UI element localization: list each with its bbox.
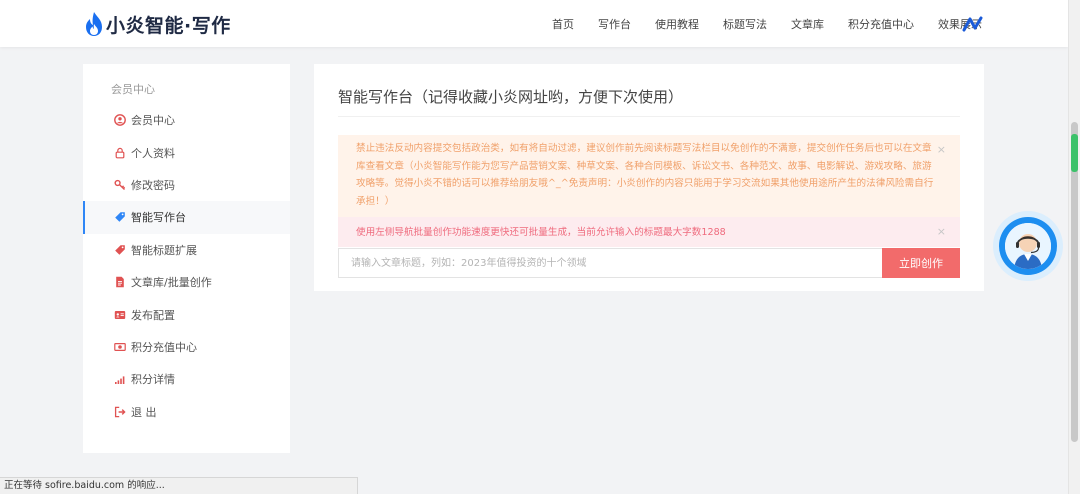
writing-desk-panel: 智能写作台（记得收藏小炎网址哟，方便下次使用） 禁止违法反动内容提交包括政治类，…: [314, 64, 984, 291]
nav-writing-desk[interactable]: 写作台: [598, 16, 631, 32]
brand-logo[interactable]: 小炎智能·写作: [84, 10, 231, 38]
sidebar-item-label: 修改密码: [131, 178, 175, 192]
sidebar-item-label: 文章库/批量创作: [131, 276, 212, 290]
sidebar-item-profile[interactable]: 个人资料: [83, 136, 290, 168]
close-icon[interactable]: ×: [937, 223, 946, 241]
money-icon: [114, 341, 126, 353]
nav-title-writing[interactable]: 标题写法: [723, 16, 767, 32]
flame-icon: [84, 11, 104, 37]
sidebar-item-label: 会员中心: [131, 114, 175, 128]
nav-home[interactable]: 首页: [552, 16, 574, 32]
id-card-icon: [114, 309, 126, 321]
sidebar-item-label: 积分详情: [131, 373, 175, 387]
sidebar-heading: 会员中心: [111, 83, 155, 96]
tag-icon: [114, 244, 126, 256]
sidebar-item-label: 个人资料: [131, 146, 175, 160]
brand-name: 小炎智能·写作: [106, 14, 231, 37]
tag-icon: [114, 211, 126, 223]
sidebar-item-title-expansion[interactable]: 智能标题扩展: [83, 234, 290, 266]
sidebar-menu: 会员中心 个人资料 修改密码 智能写作台 智能标题扩展 文章库/批量创作 发布配…: [83, 104, 290, 428]
sidebar-item-member-center[interactable]: 会员中心: [83, 104, 290, 136]
page-scrollbar[interactable]: [1068, 0, 1080, 494]
sidebar-item-points-detail[interactable]: 积分详情: [83, 363, 290, 395]
sidebar-item-label: 退 出: [131, 405, 157, 419]
top-navbar: 小炎智能·写作 首页 写作台 使用教程 标题写法 文章库 积分充值中心 效果展示: [0, 0, 1068, 47]
scrollbar-marker: [1071, 134, 1078, 172]
danger-notice-text: 使用左侧导航批量创作功能速度更快还可批量生成，当前允许输入的标题最大字数1288: [356, 227, 726, 238]
sidebar-item-label: 积分充值中心: [131, 340, 197, 354]
sidebar-item-publish-config[interactable]: 发布配置: [83, 298, 290, 330]
key-icon: [114, 179, 126, 191]
nav-tutorial[interactable]: 使用教程: [655, 16, 699, 32]
member-sidebar: 会员中心 会员中心 个人资料 修改密码 智能写作台 智能标题扩展 文章库/批量创…: [83, 64, 290, 453]
sidebar-item-logout[interactable]: 退 出: [83, 396, 290, 428]
lock-icon: [114, 147, 126, 159]
nav-article-library[interactable]: 文章库: [791, 16, 824, 32]
warning-notice: 禁止违法反动内容提交包括政治类，如有将自动过滤，建议创作前先阅读标题写法栏目以免…: [338, 135, 960, 217]
signal-bars-icon: [114, 373, 126, 385]
close-icon[interactable]: ×: [937, 141, 946, 159]
sidebar-item-recharge-center[interactable]: 积分充值中心: [83, 331, 290, 363]
sidebar-item-label: 智能写作台: [131, 211, 186, 225]
document-icon: [114, 276, 126, 288]
title-divider: [338, 116, 960, 117]
warning-notice-text: 禁止违法反动内容提交包括政治类，如有将自动过滤，建议创作前先阅读标题写法栏目以免…: [356, 143, 934, 207]
customer-service-avatar-icon: [1005, 223, 1051, 269]
main-nav: 首页 写作台 使用教程 标题写法 文章库 积分充值中心 效果展示: [528, 0, 982, 47]
zigzag-logo-icon[interactable]: [962, 15, 984, 33]
nav-recharge-center[interactable]: 积分充值中心: [848, 16, 914, 32]
sidebar-item-change-password[interactable]: 修改密码: [83, 169, 290, 201]
danger-notice: 使用左侧导航批量创作功能速度更快还可批量生成，当前允许输入的标题最大字数1288…: [338, 217, 960, 247]
user-circle-icon: [114, 114, 126, 127]
article-title-input[interactable]: [338, 248, 882, 278]
create-now-button[interactable]: 立即创作: [882, 248, 960, 278]
title-input-row: 立即创作: [338, 248, 960, 278]
sidebar-item-article-library[interactable]: 文章库/批量创作: [83, 266, 290, 298]
browser-status-bar: 正在等待 sofire.baidu.com 的响应...: [0, 477, 358, 494]
page-title: 智能写作台（记得收藏小炎网址哟，方便下次使用）: [338, 88, 684, 106]
customer-service-widget[interactable]: [993, 211, 1063, 281]
sidebar-item-label: 智能标题扩展: [131, 243, 197, 257]
sidebar-item-label: 发布配置: [131, 308, 175, 322]
sign-out-icon: [114, 406, 126, 418]
sidebar-item-writing-desk[interactable]: 智能写作台: [83, 201, 290, 234]
